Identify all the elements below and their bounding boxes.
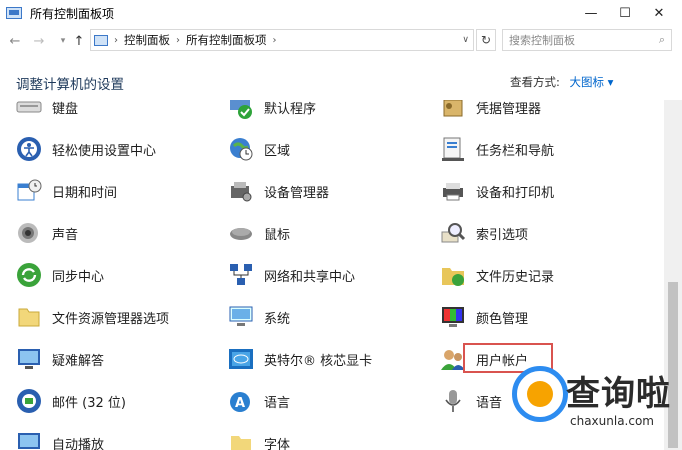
sync-center-icon bbox=[17, 263, 41, 287]
item-speech[interactable]: 语音 bbox=[440, 386, 502, 416]
search-placeholder: 搜索控制面板 bbox=[509, 34, 575, 47]
item-fonts[interactable]: 字体 bbox=[228, 428, 290, 450]
view-by-label: 查看方式: bbox=[510, 75, 560, 89]
indexing-icon bbox=[441, 223, 466, 243]
fonts-icon bbox=[231, 436, 251, 450]
search-input[interactable]: 搜索控制面板 ⌕ bbox=[502, 29, 672, 51]
up-button[interactable]: ↑ bbox=[70, 31, 88, 51]
date-time-icon bbox=[17, 179, 42, 201]
item-language[interactable]: A 语言 bbox=[228, 386, 290, 416]
watermark-url: chaxunla.com bbox=[570, 414, 654, 428]
region-icon bbox=[230, 138, 253, 161]
autoplay-icon bbox=[18, 433, 40, 449]
maximize-button[interactable]: ☐ bbox=[608, 0, 642, 26]
forward-button[interactable]: → bbox=[30, 31, 48, 51]
item-region[interactable]: 区域 bbox=[228, 134, 290, 164]
item-mouse[interactable]: 鼠标 bbox=[228, 218, 290, 248]
item-file-explorer-options[interactable]: 文件资源管理器选项 bbox=[16, 302, 169, 332]
device-manager-icon bbox=[231, 182, 252, 202]
default-programs-icon bbox=[230, 100, 252, 119]
control-panel-icon bbox=[94, 34, 108, 46]
view-by-dropdown[interactable]: 大图标 ▾ bbox=[570, 75, 614, 89]
file-history-icon bbox=[442, 268, 464, 286]
item-indexing-options[interactable]: 索引选项 bbox=[440, 218, 528, 248]
system-icon bbox=[229, 306, 253, 326]
item-system[interactable]: 系统 bbox=[228, 302, 290, 332]
navigation-bar: ← → ▾ ↑ › 控制面板 › 所有控制面板项 › ∨ ↻ 搜索控制面板 ⌕ bbox=[0, 28, 682, 54]
credential-manager-icon bbox=[443, 100, 463, 117]
page-title: 调整计算机的设置 bbox=[16, 77, 124, 93]
breadcrumb-separator: › bbox=[114, 34, 118, 46]
address-dropdown-button[interactable]: ∨ bbox=[462, 35, 469, 45]
mail-icon bbox=[17, 389, 41, 413]
keyboard-icon bbox=[16, 101, 42, 113]
troubleshooting-icon bbox=[18, 349, 40, 369]
network-icon bbox=[230, 264, 252, 285]
item-file-history[interactable]: 文件历史记录 bbox=[440, 260, 554, 290]
folder-options-icon bbox=[18, 308, 40, 327]
breadcrumb-separator: › bbox=[272, 34, 277, 46]
language-icon: A bbox=[230, 392, 250, 412]
item-network-sharing[interactable]: 网络和共享中心 bbox=[228, 260, 355, 290]
item-default-programs[interactable]: 默认程序 bbox=[228, 100, 316, 122]
speech-icon bbox=[445, 390, 461, 412]
item-date-time[interactable]: 日期和时间 bbox=[16, 176, 117, 206]
item-intel-graphics[interactable]: 英特尔® 核芯显卡 bbox=[228, 344, 372, 374]
breadcrumb-control-panel[interactable]: 控制面板 bbox=[124, 32, 170, 48]
mouse-icon bbox=[230, 228, 252, 240]
item-mail[interactable]: 邮件 (32 位) bbox=[16, 386, 126, 416]
title-bar: 所有控制面板项 — ☐ ✕ bbox=[0, 0, 682, 26]
color-management-icon bbox=[442, 307, 464, 327]
window-title: 所有控制面板项 bbox=[30, 6, 115, 21]
breadcrumb-all-items[interactable]: 所有控制面板项 bbox=[186, 32, 267, 48]
taskbar-icon bbox=[442, 137, 464, 161]
item-device-manager[interactable]: 设备管理器 bbox=[228, 176, 329, 206]
ease-of-access-icon bbox=[17, 137, 41, 161]
svg-text:A: A bbox=[235, 396, 245, 411]
item-sound[interactable]: 声音 bbox=[16, 218, 78, 248]
minimize-button[interactable]: — bbox=[574, 0, 608, 26]
item-taskbar-navigation[interactable]: 任务栏和导航 bbox=[440, 134, 554, 164]
item-troubleshooting[interactable]: 疑难解答 bbox=[16, 344, 104, 374]
item-devices-printers[interactable]: 设备和打印机 bbox=[440, 176, 554, 206]
control-panel-icon bbox=[6, 7, 22, 19]
watermark: 查询啦 chaxunla.com bbox=[508, 362, 678, 448]
item-sync-center[interactable]: 同步中心 bbox=[16, 260, 104, 290]
address-bar[interactable]: › 控制面板 › 所有控制面板项 › ∨ bbox=[90, 29, 474, 51]
item-credential-manager[interactable]: 凭据管理器 bbox=[440, 100, 541, 122]
item-color-management[interactable]: 颜色管理 bbox=[440, 302, 528, 332]
close-button[interactable]: ✕ bbox=[642, 0, 676, 26]
watermark-logo-icon bbox=[512, 366, 568, 422]
item-autoplay[interactable]: 自动播放 bbox=[16, 428, 104, 450]
breadcrumb-separator: › bbox=[176, 34, 180, 46]
search-icon[interactable]: ⌕ bbox=[659, 33, 665, 47]
printer-icon bbox=[443, 183, 463, 201]
back-button[interactable]: ← bbox=[6, 31, 24, 51]
item-keyboard[interactable]: 键盘 bbox=[16, 100, 78, 122]
view-by: 查看方式: 大图标 ▾ bbox=[510, 74, 613, 90]
sound-icon bbox=[18, 223, 38, 243]
intel-graphics-icon bbox=[229, 349, 253, 369]
refresh-button[interactable]: ↻ bbox=[476, 29, 496, 51]
item-ease-of-access[interactable]: 轻松使用设置中心 bbox=[16, 134, 156, 164]
watermark-text: 查询啦 bbox=[566, 374, 671, 414]
